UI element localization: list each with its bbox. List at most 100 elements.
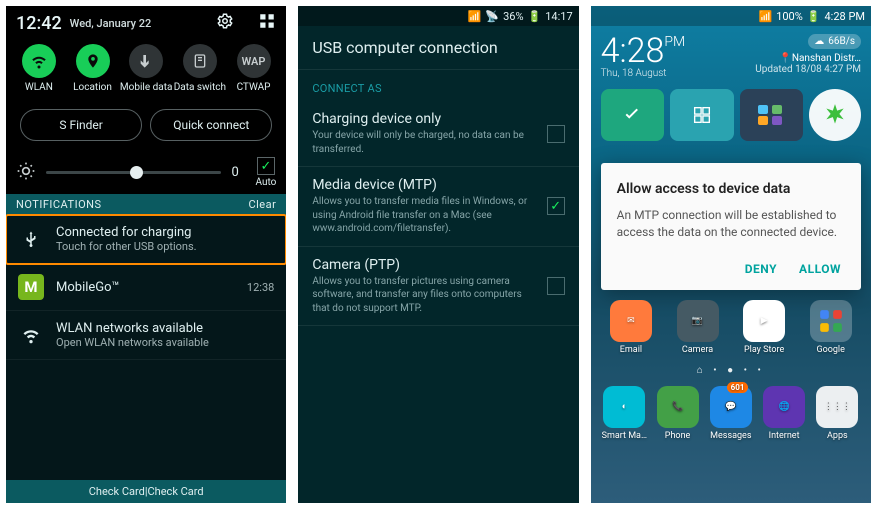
notification-mobilego[interactable]: M MobileGo™ 12:38 (6, 264, 286, 311)
home-date: Thu, 18 August (601, 68, 685, 79)
home-header: 4:28PM Thu, 18 August ☁66B/s 📍Nanshan Di… (591, 26, 871, 83)
notification-usb[interactable]: Connected for charging Touch for other U… (6, 215, 286, 264)
auto-label: Auto (255, 177, 276, 188)
checkbox[interactable] (547, 277, 565, 295)
app-label: Email (620, 345, 642, 355)
cloud-icon: ☁ (814, 36, 824, 47)
auto-brightness-checkbox[interactable]: ✓ (257, 157, 275, 175)
app-label: Camera (682, 345, 713, 355)
toggle-data-switch[interactable]: Data switch (173, 44, 227, 93)
status-bar: 📶 📡 36% 🔋 14:17 (298, 6, 578, 26)
clear-button[interactable]: Clear (248, 198, 276, 211)
app-label: Apps (827, 431, 848, 441)
widget-boost[interactable] (809, 89, 861, 141)
app-camera[interactable]: 📷Camera (667, 300, 728, 355)
option-desc: Allows you to transfer pictures using ca… (312, 275, 536, 316)
app-label: Smart Ma… (602, 431, 647, 441)
battery-icon: 🔋 (528, 10, 542, 23)
dock-apps[interactable]: ⋮⋮⋮Apps (814, 386, 861, 441)
s-finder-button[interactable]: S Finder (20, 109, 142, 141)
settings-icon[interactable] (204, 12, 234, 35)
page-title: USB computer connection (298, 26, 578, 70)
status-clock: 12:42 (16, 13, 62, 34)
notifications-title: NOTIFICATIONS (16, 198, 102, 211)
brightness-row: 0 ✓ Auto (6, 151, 286, 194)
option-mtp[interactable]: Media device (MTP) Allows you to transfe… (298, 167, 578, 247)
dock: ◐Smart Ma… 📞Phone 601💬Messages 🌐Internet… (591, 380, 871, 451)
widget-2[interactable] (670, 89, 733, 141)
transfer-rate: ☁66B/s (808, 34, 861, 49)
quick-toggles: WLAN Location Mobile data Data switch WA… (6, 40, 286, 103)
dock-messages[interactable]: 601💬Messages (707, 386, 754, 441)
screen-notification-shade: 12:42 Wed, January 22 WLAN Location Mobi… (6, 6, 286, 503)
section-header: CONNECT AS (298, 70, 578, 101)
toggle-label: Location (73, 82, 112, 93)
notification-title: MobileGo™ (56, 280, 235, 295)
quick-buttons: S Finder Quick connect (6, 103, 286, 151)
usb-icon (18, 226, 44, 252)
mtp-dialog: Allow access to device data An MTP conne… (601, 163, 861, 290)
weather-updated: Updated 18/08 4:27 PM (755, 64, 861, 75)
app-label: Phone (665, 431, 691, 441)
wifi-icon: 📡 (485, 10, 499, 23)
option-desc: Allows you to transfer media files in Wi… (312, 195, 536, 236)
notification-subtitle: Open WLAN networks available (56, 336, 274, 349)
status-bar: 📶 100% 🔋 4:28 PM (591, 6, 871, 26)
panel-grid-icon[interactable] (246, 12, 276, 35)
widget-folder[interactable] (740, 89, 803, 141)
widget-row (591, 83, 871, 147)
wap-icon: WAP (237, 44, 271, 78)
widget-1[interactable] (601, 89, 664, 141)
toggle-label: CTWAP (237, 82, 271, 93)
footer-bar[interactable]: Check Card|Check Card (6, 480, 286, 503)
page-indicator[interactable]: ⌂ • ● • • (591, 361, 871, 380)
app-play-store[interactable]: ▶Play Store (734, 300, 795, 355)
toggle-label: Mobile data (120, 82, 173, 93)
battery-icon: 🔋 (807, 10, 821, 23)
status-time: 14:17 (545, 10, 572, 23)
status-bar: 12:42 Wed, January 22 (6, 6, 286, 40)
checkbox[interactable] (547, 125, 565, 143)
signal-icon: 📶 (758, 10, 772, 23)
notification-time: 12:38 (247, 281, 274, 294)
dock-phone[interactable]: 📞Phone (654, 386, 701, 441)
app-email[interactable]: ✉Email (601, 300, 662, 355)
option-title: Charging device only (312, 111, 536, 127)
option-desc: Your device will only be charged, no dat… (312, 129, 536, 156)
home-clock: 4:28 (601, 31, 665, 71)
app-label: Messages (710, 431, 751, 441)
weather-location[interactable]: 📍Nanshan Distr… (755, 53, 861, 64)
app-label: Internet (769, 431, 800, 441)
brightness-slider[interactable] (46, 171, 221, 174)
notification-subtitle: Touch for other USB options. (56, 240, 274, 253)
option-title: Camera (PTP) (312, 257, 536, 273)
notification-wlan[interactable]: WLAN networks available Open WLAN networ… (6, 311, 286, 360)
option-title: Media device (MTP) (312, 177, 536, 193)
allow-button[interactable]: ALLOW (799, 262, 841, 276)
toggle-wlan[interactable]: WLAN (12, 44, 66, 93)
battery-percent: 36% (503, 10, 523, 23)
brightness-value: 0 (231, 165, 245, 180)
app-row: ✉Email 📷Camera ▶Play Store Google (591, 294, 871, 361)
badge: 601 (727, 382, 749, 393)
deny-button[interactable]: DENY (745, 262, 777, 276)
dock-smart-manager[interactable]: ◐Smart Ma… (601, 386, 648, 441)
app-google-folder[interactable]: Google (800, 300, 861, 355)
quick-connect-button[interactable]: Quick connect (150, 109, 272, 141)
option-ptp[interactable]: Camera (PTP) Allows you to transfer pict… (298, 247, 578, 327)
checkbox-checked[interactable]: ✓ (547, 197, 565, 215)
notification-title: Connected for charging (56, 225, 274, 240)
signal-icon: 📶 (468, 10, 482, 23)
home-ampm: PM (664, 34, 685, 50)
toggle-label: Data switch (174, 82, 226, 93)
dialog-title: Allow access to device data (617, 181, 845, 197)
dock-internet[interactable]: 🌐Internet (760, 386, 807, 441)
toggle-mobile-data[interactable]: Mobile data (119, 44, 173, 93)
toggle-ctwap[interactable]: WAP CTWAP (227, 44, 281, 93)
option-charging-only[interactable]: Charging device only Your device will on… (298, 101, 578, 167)
app-label: Play Store (744, 345, 784, 355)
status-time: 4:28 PM (825, 10, 865, 23)
toggle-label: WLAN (25, 82, 53, 93)
wifi-icon (18, 322, 44, 348)
toggle-location[interactable]: Location (66, 44, 120, 93)
